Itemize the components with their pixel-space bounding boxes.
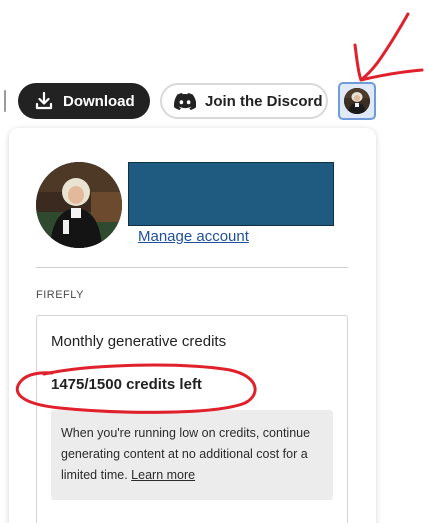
toolbar-divider (4, 90, 6, 112)
download-button[interactable]: Download (18, 83, 150, 119)
credits-info-box: When you're running low on credits, cont… (51, 410, 333, 500)
download-icon (35, 91, 53, 110)
account-avatar-button[interactable] (338, 82, 376, 120)
download-label: Download (63, 92, 135, 110)
manage-account-link[interactable]: Manage account (138, 228, 249, 245)
avatar (344, 88, 370, 114)
discord-label: Join the Discord (205, 92, 323, 110)
firefly-section-label: FIREFLY (36, 289, 84, 301)
profile-avatar (36, 162, 122, 248)
annotation-arrow (353, 12, 424, 82)
learn-more-link[interactable]: Learn more (131, 468, 195, 482)
divider (36, 267, 348, 268)
credits-title: Monthly generative credits (51, 333, 227, 350)
discord-icon (174, 92, 196, 110)
join-discord-button[interactable]: Join the Discord (160, 83, 328, 119)
credits-remaining: 1475/1500 credits left (51, 376, 202, 393)
page: Download Join the Discord Manage account… (0, 0, 429, 523)
redacted-account-name (128, 162, 334, 226)
